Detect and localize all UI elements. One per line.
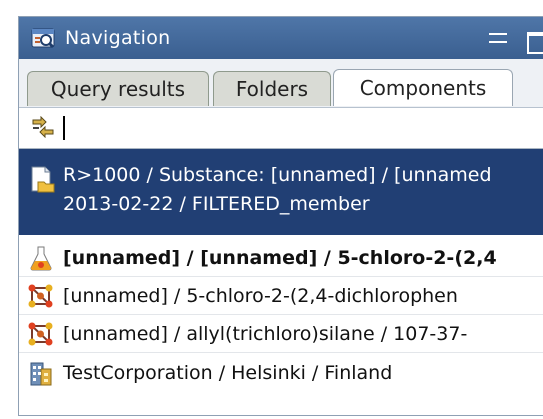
list-item-line2: 2013-02-22 / FILTERED_member <box>63 193 370 215</box>
filter-input[interactable] <box>63 116 65 140</box>
panel-title: Navigation <box>65 27 171 49</box>
list-item-label: [unnamed] / allyl(trichloro)silane / 107… <box>63 323 468 345</box>
filter-icon[interactable] <box>31 116 55 138</box>
list-item[interactable]: TestCorporation / Helsinki / Finland <box>19 356 543 390</box>
list-item[interactable]: [unnamed] / 5-chloro-2-(2,4-dichlorophen <box>19 279 543 313</box>
navigation-panel: Navigation Query results Folders Compone… <box>18 16 543 416</box>
building-icon <box>30 362 52 386</box>
list-item[interactable]: [unnamed] / allyl(trichloro)silane / 107… <box>19 317 543 351</box>
components-list: R>1000 / Substance: [unnamed] / [unnamed… <box>19 149 543 419</box>
navigation-icon <box>31 28 55 49</box>
flask-icon <box>30 246 52 271</box>
tab-bar: Query results Folders Components <box>19 59 543 108</box>
tab-folders[interactable]: Folders <box>213 71 331 106</box>
molecule-icon <box>28 284 53 308</box>
document-folder-icon <box>31 166 55 193</box>
list-item-label: [unnamed] / [unnamed] / 5-chloro-2-(2,4 <box>63 247 497 269</box>
maximize-button[interactable] <box>523 28 543 54</box>
tab-components[interactable]: Components <box>333 69 513 106</box>
list-item[interactable]: [unnamed] / [unnamed] / 5-chloro-2-(2,4 <box>19 241 543 275</box>
molecule-icon <box>28 322 53 346</box>
list-item-line1: R>1000 / Substance: [unnamed] / [unnamed <box>63 164 492 186</box>
filter-row <box>19 108 543 149</box>
minimize-button[interactable] <box>487 28 509 50</box>
list-item-label: [unnamed] / 5-chloro-2-(2,4-dichlorophen <box>63 285 458 307</box>
list-item-label: TestCorporation / Helsinki / Finland <box>63 362 393 384</box>
panel-titlebar[interactable]: Navigation <box>19 17 543 59</box>
list-item[interactable]: R>1000 / Substance: [unnamed] / [unnamed… <box>19 149 543 235</box>
tab-query-results[interactable]: Query results <box>27 71 209 106</box>
